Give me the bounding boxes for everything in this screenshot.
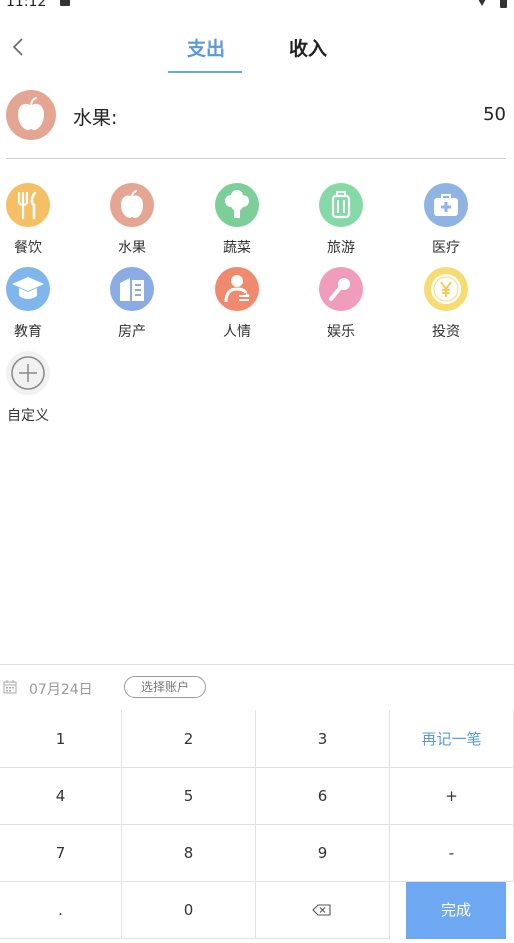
amount-display: 50	[483, 104, 506, 125]
category-label: 娱乐	[327, 324, 355, 340]
category-custom[interactable]: 自定义	[0, 351, 58, 425]
category-medical[interactable]: 医疗	[416, 183, 476, 257]
battery-icon	[500, 0, 507, 8]
category-label: 人情	[223, 324, 251, 340]
category-label: 蔬菜	[223, 240, 251, 256]
fork-knife-icon	[6, 183, 50, 227]
key-7[interactable]: 7	[0, 825, 122, 882]
divider	[6, 158, 506, 159]
back-button[interactable]	[8, 33, 32, 61]
category-label: 旅游	[327, 240, 355, 256]
date-selector[interactable]: 07月24日	[29, 679, 93, 699]
key-8[interactable]: 8	[122, 825, 256, 882]
backspace-button[interactable]	[256, 882, 390, 939]
microphone-icon	[319, 267, 363, 311]
category-vegetables[interactable]: 蔬菜	[207, 183, 267, 257]
building-icon	[110, 267, 154, 311]
record-another-button[interactable]: 再记一笔	[390, 710, 514, 768]
key-plus[interactable]: +	[390, 768, 514, 825]
category-label: 教育	[14, 324, 42, 340]
key-minus[interactable]: -	[390, 825, 514, 882]
plus-circle-icon	[6, 351, 50, 395]
category-label: 房产	[118, 324, 146, 340]
category-real-estate[interactable]: 房产	[102, 267, 162, 341]
backspace-icon	[312, 904, 331, 916]
apple-icon	[110, 183, 154, 227]
key-3[interactable]: 3	[256, 710, 390, 768]
category-travel[interactable]: 旅游	[311, 183, 371, 257]
medical-kit-icon	[424, 183, 468, 227]
category-fruit[interactable]: 水果	[102, 183, 162, 257]
key-5[interactable]: 5	[122, 768, 256, 825]
key-0[interactable]: 0	[122, 882, 256, 939]
category-gifts[interactable]: 人情	[207, 267, 267, 341]
category-label: 水果	[118, 240, 146, 256]
key-6[interactable]: 6	[256, 768, 390, 825]
luggage-icon	[319, 183, 363, 227]
key-1[interactable]: 1	[0, 710, 122, 768]
wifi-icon	[474, 0, 490, 6]
category-investment[interactable]: 投资	[416, 267, 476, 341]
category-dining[interactable]: 餐饮	[0, 183, 58, 257]
status-bar: 11:12	[0, 0, 514, 14]
divider	[0, 664, 514, 665]
category-label: 投资	[432, 324, 460, 340]
category-label: 餐饮	[14, 240, 42, 256]
tab-expense[interactable]: 支出	[170, 34, 242, 61]
chevron-left-icon	[12, 38, 23, 56]
key-2[interactable]: 2	[122, 710, 256, 768]
yen-coin-icon	[424, 267, 468, 311]
category-label: 医疗	[432, 240, 460, 256]
notification-icon	[60, 0, 70, 6]
select-account-button[interactable]: 选择账户	[124, 676, 206, 698]
active-tab-indicator	[168, 71, 242, 73]
broccoli-icon	[215, 183, 259, 227]
selected-category-name: 水果:	[73, 107, 118, 129]
key-9[interactable]: 9	[256, 825, 390, 882]
key-dot[interactable]: .	[0, 882, 122, 939]
key-4[interactable]: 4	[0, 768, 122, 825]
person-icon	[215, 267, 259, 311]
done-button[interactable]: 完成	[406, 882, 506, 939]
graduation-cap-icon	[6, 267, 50, 311]
category-entertainment[interactable]: 娱乐	[311, 267, 371, 341]
category-education[interactable]: 教育	[0, 267, 58, 341]
number-keypad: 1 2 3 再记一笔 4 5 6 + 7 8 9 - . 0 完成	[0, 710, 514, 939]
calendar-icon[interactable]	[3, 679, 17, 694]
category-label: 自定义	[7, 408, 49, 424]
status-time: 11:12	[6, 0, 47, 10]
tab-income[interactable]: 收入	[272, 34, 344, 61]
apple-icon	[6, 90, 56, 140]
